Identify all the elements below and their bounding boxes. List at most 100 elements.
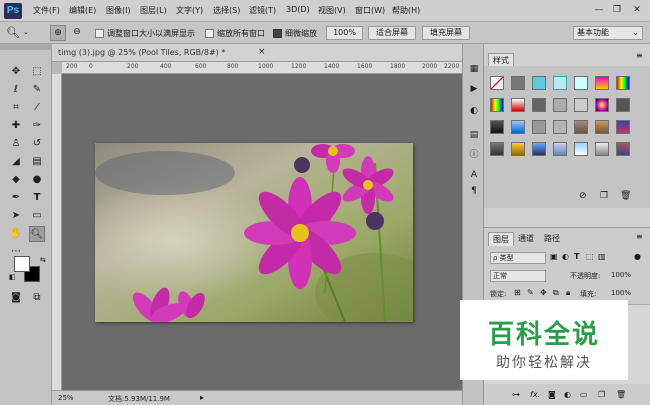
style-swatch[interactable] [490, 120, 504, 134]
menu-select[interactable]: 选择(S) [213, 5, 240, 16]
zoom-tool-icon[interactable]: 🔍︎ [6, 26, 20, 39]
zoom-level[interactable]: 25% [58, 394, 74, 402]
quick-select-tool-icon[interactable]: ✎ [29, 82, 45, 98]
lasso-tool-icon[interactable]: ℓ [8, 82, 24, 98]
new-style-icon[interactable]: ❐ [600, 191, 608, 201]
crop-tool-icon[interactable]: ⌗ [8, 100, 24, 116]
style-swatch[interactable] [532, 142, 546, 156]
rectangle-tool-icon[interactable]: ▭ [29, 208, 45, 224]
panel-menu-icon[interactable]: ≡ [636, 51, 643, 60]
workspace-select[interactable]: 基本功能 ⌄ [573, 26, 643, 40]
lock-artboard-icon[interactable]: ⧉ [553, 288, 559, 298]
history-panel-icon[interactable]: ▦ [467, 62, 481, 76]
style-swatch[interactable] [553, 120, 567, 134]
style-swatch[interactable] [511, 98, 525, 112]
style-swatch[interactable] [616, 98, 630, 112]
style-swatch[interactable] [511, 142, 525, 156]
style-swatch[interactable] [595, 98, 609, 112]
style-swatch[interactable] [595, 120, 609, 134]
menu-view[interactable]: 视图(V) [318, 5, 346, 16]
style-swatch[interactable] [574, 98, 588, 112]
flower-photo[interactable] [95, 143, 413, 322]
path-select-icon[interactable]: ➤ [8, 208, 24, 224]
screen-mode-icon[interactable]: ⧉ [29, 290, 45, 306]
link-layers-icon[interactable]: ⊶ [512, 390, 520, 399]
zoom-all-checkbox[interactable] [205, 29, 214, 38]
zoom-tool-icon[interactable]: 🔍︎ [29, 226, 45, 242]
lock-all-icon[interactable]: 🔒︎ [566, 288, 570, 298]
blur-tool-icon[interactable]: ◆ [8, 172, 24, 188]
zoom-in-icon[interactable]: ⊕ [50, 25, 66, 41]
clear-style-icon[interactable]: ⊘ [579, 191, 587, 201]
style-swatch[interactable] [490, 98, 504, 112]
new-group-icon[interactable]: ▭ [580, 390, 588, 399]
delete-layer-icon[interactable]: 🗑︎ [616, 390, 626, 399]
marquee-tool-icon[interactable]: ⬚ [29, 64, 45, 80]
adjustments-panel-icon[interactable]: ◐ [467, 104, 481, 118]
zoom-100-button[interactable]: 100% [326, 26, 363, 40]
swap-colors-icon[interactable]: ⇆ [40, 256, 46, 264]
gradient-tool-icon[interactable]: ▤ [29, 154, 45, 170]
style-swatch[interactable] [532, 98, 546, 112]
scrubby-zoom-checkbox[interactable] [273, 29, 282, 38]
hand-tool-icon[interactable]: ✋ [8, 226, 24, 242]
minimize-button[interactable]: — [592, 4, 606, 17]
delete-style-icon[interactable]: 🗑︎ [620, 191, 631, 201]
menu-filter[interactable]: 滤镜(T) [249, 5, 276, 16]
paragraph-panel-icon[interactable]: ¶ [467, 184, 481, 198]
default-colors-icon[interactable]: ◧ [9, 273, 16, 281]
add-mask-icon[interactable]: ◙ [548, 390, 556, 399]
eraser-tool-icon[interactable]: ◢ [8, 154, 24, 170]
restore-button[interactable]: ❐ [610, 4, 624, 17]
tab-styles[interactable]: 样式 [488, 53, 514, 67]
brush-tool-icon[interactable]: ✑ [29, 118, 45, 134]
info-panel-icon[interactable]: ⓘ [467, 148, 481, 162]
clone-stamp-icon[interactable]: ♙ [8, 136, 24, 152]
layer-filter-select[interactable]: ρ 类型 [490, 252, 546, 264]
chevron-down-icon[interactable]: ⌄ [23, 28, 29, 36]
lock-pixels-icon[interactable]: ✎ [527, 288, 534, 297]
style-swatch[interactable] [553, 76, 567, 90]
style-swatch[interactable] [490, 142, 504, 156]
fill-value[interactable]: 100% [611, 289, 631, 297]
menu-help[interactable]: 帮助(H) [392, 5, 420, 16]
filter-smart-icon[interactable]: ▥ [598, 252, 606, 261]
history-brush-icon[interactable]: ↺ [29, 136, 45, 152]
status-menu-arrow-icon[interactable]: ▸ [200, 393, 204, 402]
healing-brush-icon[interactable]: ✚ [8, 118, 24, 134]
fx-icon[interactable]: fx. [530, 390, 540, 399]
character-panel-icon[interactable]: A [467, 168, 481, 182]
lock-position-icon[interactable]: ✥ [540, 288, 547, 297]
fit-screen-button[interactable]: 适合屏幕 [368, 26, 416, 40]
dodge-tool-icon[interactable]: ● [29, 172, 45, 188]
resize-windows-checkbox[interactable] [95, 29, 104, 38]
style-swatch[interactable] [595, 76, 609, 90]
blend-mode-select[interactable]: 正常 [490, 270, 546, 282]
style-swatch[interactable] [553, 98, 567, 112]
style-swatch-none[interactable] [490, 76, 504, 90]
menu-3d[interactable]: 3D(D) [286, 5, 310, 14]
toolbar-grip[interactable] [0, 44, 52, 50]
menu-image[interactable]: 图像(I) [106, 5, 131, 16]
filter-pixel-icon[interactable]: ▣ [550, 252, 558, 261]
fill-screen-button[interactable]: 填充屏幕 [422, 26, 470, 40]
style-swatch[interactable] [511, 120, 525, 134]
style-swatch[interactable] [574, 76, 588, 90]
menu-type[interactable]: 文字(Y) [176, 5, 203, 16]
style-swatch[interactable] [511, 76, 525, 90]
filter-shape-icon[interactable]: ⬚ [586, 252, 594, 261]
panel-menu-icon[interactable]: ≡ [636, 232, 643, 241]
close-tab-icon[interactable]: × [258, 47, 266, 57]
filter-type-icon[interactable]: T [574, 252, 579, 261]
pen-tool-icon[interactable]: ✒ [8, 190, 24, 206]
menu-layer[interactable]: 图层(L) [140, 5, 167, 16]
lock-transparent-icon[interactable]: ⊞ [514, 288, 521, 297]
properties-panel-icon[interactable]: ▤ [467, 128, 481, 142]
zoom-out-icon[interactable]: ⊖ [69, 25, 85, 41]
style-swatch[interactable] [532, 76, 546, 90]
opacity-value[interactable]: 100% [611, 271, 631, 279]
style-swatch[interactable] [616, 142, 630, 156]
style-swatch[interactable] [532, 120, 546, 134]
document-tab[interactable]: timg (3).jpg @ 25% (Pool Tiles, RGB/8#) … [52, 44, 462, 62]
style-swatch[interactable] [616, 76, 630, 90]
